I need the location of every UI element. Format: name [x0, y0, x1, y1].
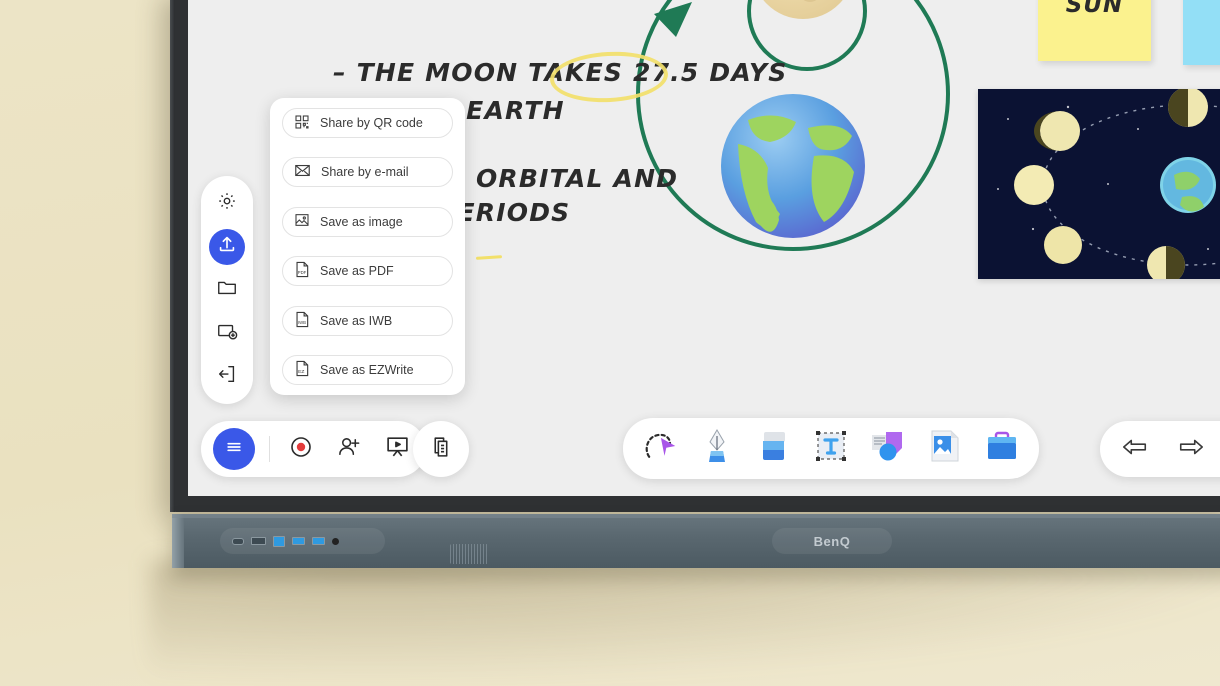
- dock-item-open-file[interactable]: [209, 272, 245, 308]
- dock-item-exit[interactable]: [209, 358, 245, 394]
- save-as-iwb-item[interactable]: IWB Save as IWB: [282, 305, 453, 336]
- brand-plate: BenQ: [772, 528, 892, 554]
- benq-logo: BenQ: [813, 533, 851, 549]
- interactive-display-chassis: – THE MOON TAKES 27.5 DAYS E EARTH 'S OR…: [170, 0, 1220, 512]
- svg-text:IWB: IWB: [298, 319, 306, 324]
- eraser-icon: [758, 429, 790, 468]
- text-tool[interactable]: [810, 428, 852, 470]
- whiteboard-screen[interactable]: – THE MOON TAKES 27.5 DAYS E EARTH 'S OR…: [188, 0, 1220, 496]
- save-as-image-item[interactable]: Save as image: [282, 206, 453, 237]
- lasso-select-tool[interactable]: [639, 428, 681, 470]
- folder-icon: [216, 276, 238, 303]
- record-button[interactable]: [284, 432, 318, 466]
- toolbar-divider: [269, 436, 270, 462]
- port-panel: [220, 528, 488, 564]
- envelope-icon: [294, 162, 311, 182]
- moon-phases-image[interactable]: [978, 89, 1220, 279]
- device-drop-shadow: [150, 560, 1220, 680]
- lan-port: [273, 535, 285, 547]
- picture-icon: [928, 429, 962, 468]
- save-as-ezwrite-item[interactable]: EZ Save as EZWrite: [282, 354, 453, 385]
- earth-moon-orbit-drawing: [618, 0, 958, 326]
- bottom-right-toolbar[interactable]: [1100, 421, 1220, 477]
- stand-left-edge: [172, 514, 184, 568]
- dock-item-settings[interactable]: [209, 186, 245, 222]
- lasso-cursor-icon: [642, 429, 678, 468]
- hamburger-menu-icon: [224, 437, 244, 462]
- record-icon: [289, 435, 313, 464]
- dock-item-share-export[interactable]: [209, 228, 245, 265]
- shapes-tool[interactable]: [867, 428, 909, 470]
- add-participant-button[interactable]: [332, 432, 366, 466]
- main-menu-button[interactable]: [213, 428, 255, 470]
- save-as-pdf-item[interactable]: PDF Save as PDF: [282, 256, 453, 287]
- toolbox-tool[interactable]: [981, 428, 1023, 470]
- share-item-label: Save as PDF: [320, 264, 394, 279]
- presentation-icon: [385, 434, 410, 464]
- clipboard-button[interactable]: [413, 421, 469, 477]
- redo-button[interactable]: [1174, 432, 1208, 466]
- qr-code-icon: [294, 114, 310, 133]
- share-item-label: Save as IWB: [320, 313, 393, 328]
- image-icon: [294, 212, 310, 231]
- shapes-icon: [870, 429, 906, 468]
- insert-image-tool[interactable]: [924, 428, 966, 470]
- share-by-email-item[interactable]: Share by e-mail: [282, 157, 453, 188]
- share-by-qr-code-item[interactable]: Share by QR code: [282, 108, 453, 138]
- sticky-note-moon[interactable]: M: [1183, 0, 1220, 65]
- clipboard-icon: [429, 434, 454, 464]
- share-item-label: Share by QR code: [320, 116, 423, 130]
- iwb-file-icon: IWB: [294, 311, 310, 331]
- exit-icon: [216, 363, 238, 390]
- pen-tool[interactable]: [696, 428, 738, 470]
- hdmi-port: [251, 537, 266, 545]
- add-person-icon: [337, 434, 362, 464]
- gear-icon: [216, 190, 238, 217]
- share-export-popup[interactable]: Share by QR code Share by e-mail Save as…: [270, 98, 465, 395]
- add-page-icon: [216, 320, 238, 347]
- usb-c-port: [232, 537, 244, 545]
- display-stand-bar: BenQ: [172, 514, 1220, 568]
- drawing-tools-toolbar[interactable]: [623, 418, 1039, 479]
- toolbox-icon: [985, 430, 1019, 467]
- fountain-pen-icon: [701, 428, 733, 469]
- undo-button[interactable]: [1118, 432, 1152, 466]
- share-item-label: Share by e-mail: [321, 165, 409, 180]
- redo-arrow-icon: [1177, 435, 1205, 464]
- present-button[interactable]: [380, 432, 414, 466]
- share-item-label: Save as image: [320, 214, 403, 229]
- share-item-label: Save as EZWrite: [320, 362, 414, 377]
- audio-jack: [332, 537, 339, 545]
- dock-item-new-page[interactable]: [209, 315, 245, 351]
- ezwrite-file-icon: EZ: [294, 360, 310, 380]
- usb-port-2: [312, 537, 325, 545]
- eraser-tool[interactable]: [753, 428, 795, 470]
- svg-text:EZ: EZ: [298, 369, 304, 375]
- text-box-icon: [814, 429, 848, 468]
- bottom-left-toolbar[interactable]: [201, 421, 426, 477]
- highlight-underline: [475, 255, 503, 260]
- stand-top-highlight: [172, 514, 1220, 518]
- left-tool-dock[interactable]: [201, 176, 253, 404]
- bezel-highlight: [170, 0, 175, 512]
- svg-text:PDF: PDF: [298, 270, 307, 275]
- pdf-file-icon: PDF: [294, 261, 310, 281]
- speaker-grille: [450, 544, 488, 564]
- handwritten-note-line-3: 'S ORBITAL AND: [438, 164, 679, 193]
- upload-icon: [216, 233, 238, 260]
- sticky-note-sun[interactable]: SUN: [1038, 0, 1151, 61]
- sticky-note-label: SUN: [1065, 0, 1124, 18]
- undo-arrow-icon: [1121, 435, 1149, 464]
- usb-port-1: [292, 537, 305, 545]
